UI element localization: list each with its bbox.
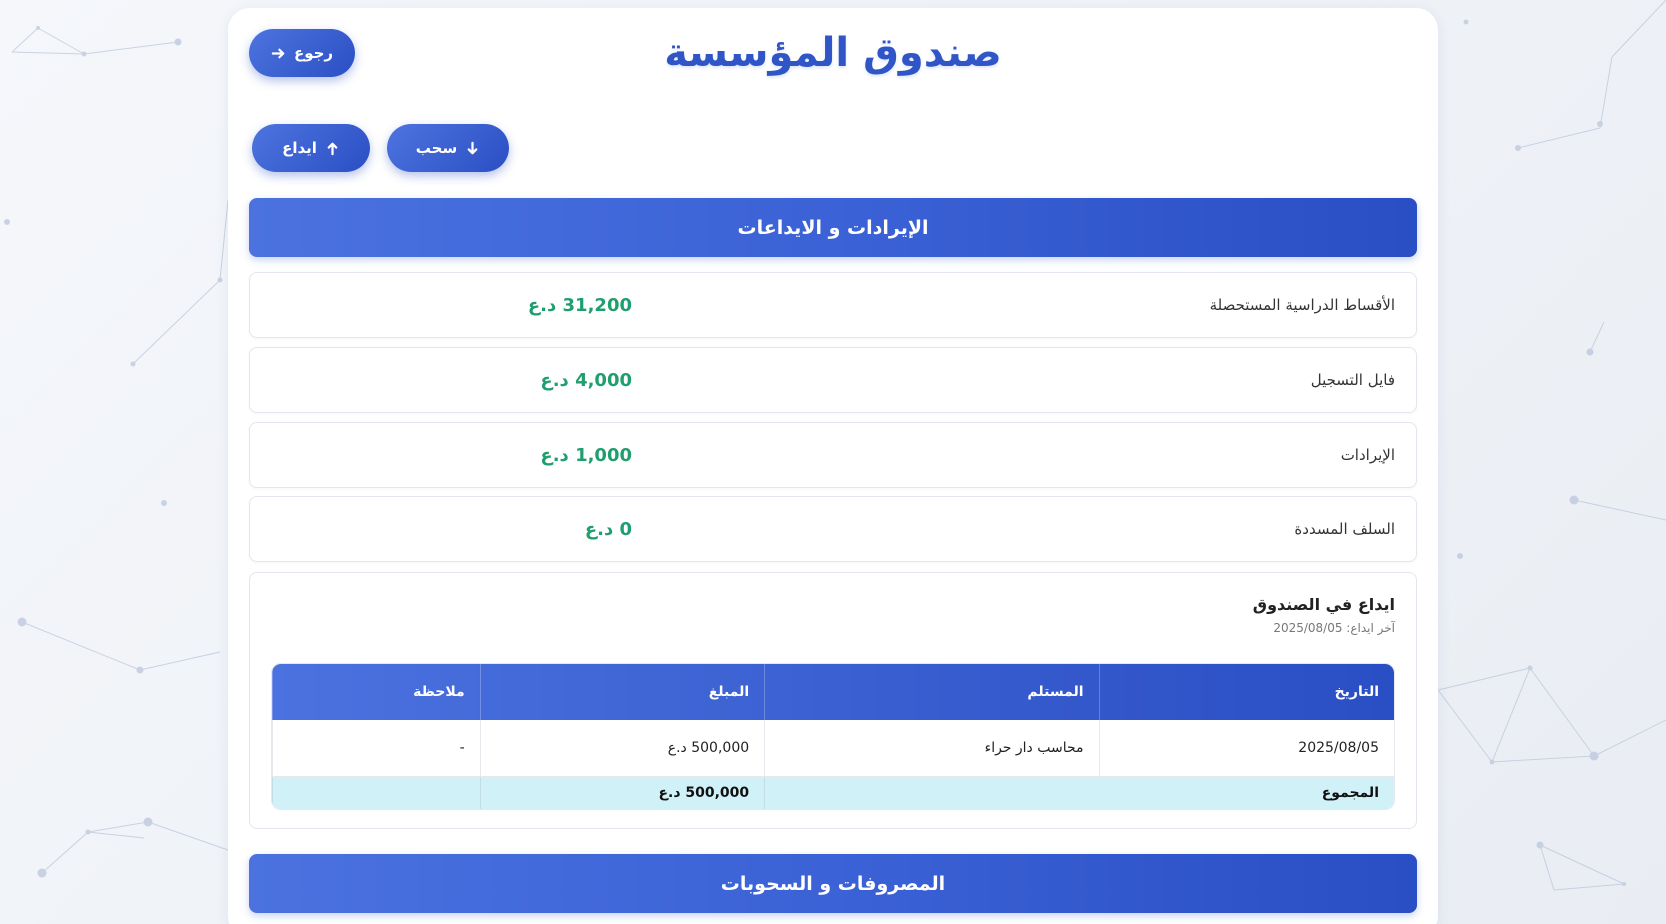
- total-label: المجموع: [764, 777, 1394, 809]
- page-title: صندوق المؤسسة: [664, 30, 1002, 76]
- deposit-box: ايداع في الصندوق آخر ايداع: 2025/08/05 ا…: [249, 572, 1417, 829]
- row-value: 31,200 د.ع: [527, 294, 632, 316]
- revenue-row: فايل التسجيل 4,000 د.ع: [249, 347, 1417, 413]
- back-button[interactable]: رجوع: [249, 29, 355, 77]
- table-row: 2025/08/05 محاسب دار حراء 500,000 د.ع -: [272, 720, 1394, 777]
- arrow-down-icon: [467, 141, 478, 154]
- fund-card: صندوق المؤسسة رجوع ايداع سحب الإيرادات و…: [228, 8, 1438, 924]
- row-value: 4,000 د.ع: [540, 369, 632, 391]
- column-header-amount[interactable]: المبلغ: [479, 664, 764, 720]
- column-header-note[interactable]: ملاحظة: [272, 664, 480, 720]
- row-label: السلف المسددة: [1294, 520, 1395, 538]
- revenue-row: الأقساط الدراسية المستحصلة 31,200 د.ع: [249, 272, 1417, 338]
- table-header-row: التاريخ المستلم المبلغ ملاحظة: [272, 664, 1394, 720]
- cell-recipient: محاسب دار حراء: [764, 720, 1098, 776]
- row-label: الأقساط الدراسية المستحصلة: [1209, 296, 1395, 314]
- cell-amount: 500,000 د.ع: [479, 720, 764, 776]
- arrow-up-icon: [327, 142, 338, 155]
- deposit-box-title: ايداع في الصندوق: [1252, 595, 1395, 614]
- revenue-section-header: الإيرادات و الايداعات: [249, 198, 1417, 257]
- total-amount: 500,000 د.ع: [479, 777, 765, 809]
- back-label: رجوع: [293, 44, 334, 62]
- cell-note: -: [272, 720, 480, 776]
- arrow-right-icon: [271, 48, 285, 58]
- revenue-row: الإيرادات 1,000 د.ع: [249, 422, 1417, 488]
- row-value: 0 د.ع: [584, 518, 632, 540]
- last-deposit-date: آخر ايداع: 2025/08/05: [1273, 621, 1395, 635]
- cell-date: 2025/08/05: [1098, 720, 1394, 776]
- column-header-date[interactable]: التاريخ: [1098, 664, 1394, 720]
- expenses-section-header: المصروفات و السحوبات: [249, 854, 1417, 913]
- withdraw-label: سحب: [415, 139, 458, 157]
- row-label: فايل التسجيل: [1310, 371, 1395, 389]
- revenue-row: السلف المسددة 0 د.ع: [249, 496, 1417, 562]
- table-footer-row: المجموع 500,000 د.ع: [272, 777, 1394, 809]
- deposit-label: ايداع: [282, 139, 317, 157]
- total-note: [272, 777, 480, 809]
- row-label: الإيرادات: [1340, 446, 1395, 464]
- deposit-button[interactable]: ايداع: [252, 124, 370, 172]
- row-value: 1,000 د.ع: [540, 444, 632, 466]
- column-header-recipient[interactable]: المستلم: [764, 664, 1098, 720]
- deposits-table: التاريخ المستلم المبلغ ملاحظة 2025/08/05…: [271, 663, 1395, 810]
- withdraw-button[interactable]: سحب: [387, 124, 509, 172]
